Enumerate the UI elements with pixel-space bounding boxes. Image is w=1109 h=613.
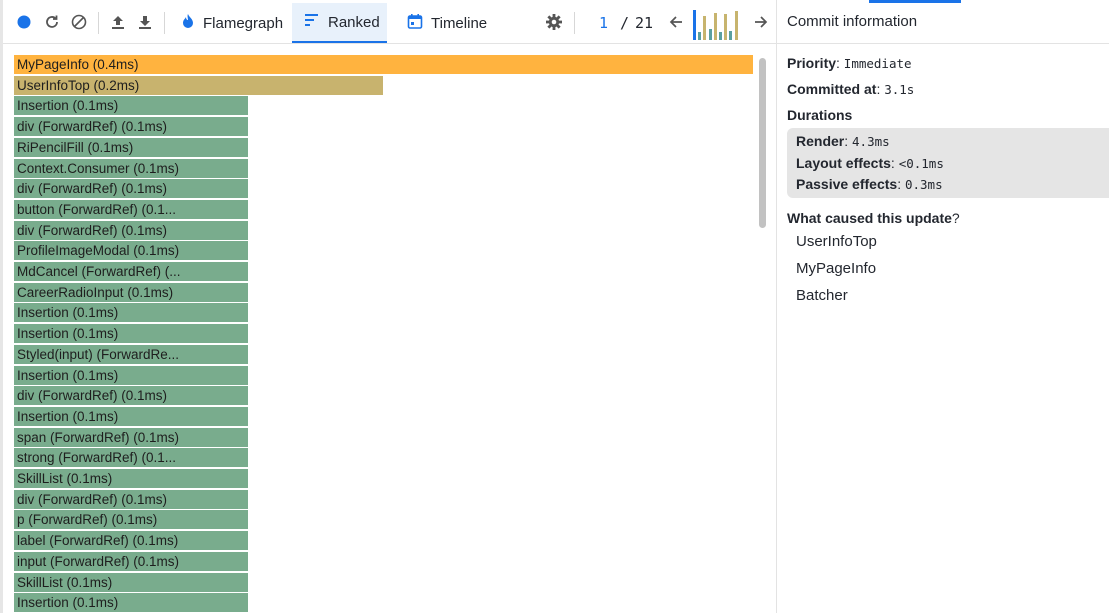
ranked-bar[interactable]: ProfileImageModal (0.1ms) [14,241,249,261]
commit-bar[interactable] [693,10,696,40]
toolbar-separator [164,12,165,34]
ranked-bar[interactable]: div (ForwardRef) (0.1ms) [14,117,249,137]
ranked-bar[interactable]: div (ForwardRef) (0.1ms) [14,220,249,240]
commit-bar[interactable] [703,16,707,40]
download-icon[interactable] [135,0,155,44]
ranked-bar[interactable]: MdCancel (ForwardRef) (... [14,262,249,281]
ranked-bar[interactable]: Insertion (0.1ms) [14,593,249,613]
header-accent [869,0,961,3]
clear-icon[interactable] [69,0,89,44]
committed-value: 3.1s [884,82,915,97]
commit-bar[interactable] [719,32,722,40]
tab-timeline[interactable]: Timeline [395,3,499,43]
update-cause-item[interactable]: Batcher [777,282,1109,309]
commit-info-panel: Commit information Priority: Immediate C… [776,0,1109,613]
commit-info-title: Commit information [787,13,918,30]
ranked-bar[interactable]: SkillList (0.1ms) [14,572,249,592]
ranked-bar[interactable]: strong (ForwardRef) (0.1... [14,448,249,468]
commit-bar[interactable] [729,31,733,40]
ranked-icon [304,13,320,31]
commit-bar[interactable] [708,29,712,40]
ranked-bar[interactable]: button (ForwardRef) (0.1... [14,199,249,219]
tab-label: Flamegraph [203,14,284,32]
render-duration-row: Render: 4.3ms [796,133,890,149]
update-cause-heading: What caused this update? [777,209,1109,227]
priority-label: Priority [787,55,837,71]
ranked-bar[interactable]: MyPageInfo (0.4ms) [14,55,754,74]
ranked-bar[interactable]: Context.Consumer (0.1ms) [14,158,249,178]
ranked-bar[interactable]: Insertion (0.1ms) [14,324,249,344]
reload-icon[interactable] [42,0,62,44]
ranked-bar[interactable]: CareerRadioInput (0.1ms) [14,282,249,302]
passive-effects-row: Passive effects: 0.3ms [796,176,943,192]
ranked-bar[interactable]: Insertion (0.1ms) [14,365,249,385]
update-cause-list: UserInfoTop MyPageInfo Batcher [777,228,1109,309]
commit-current: 1 [599,14,609,32]
ranked-bar[interactable]: p (ForwardRef) (0.1ms) [14,510,249,530]
passive-effects-label: Passive effects [796,176,898,192]
ranked-bar[interactable]: span (ForwardRef) (0.1ms) [14,427,249,447]
priority-row: Priority: Immediate [787,55,912,71]
tab-flamegraph[interactable]: Flamegraph [169,3,295,43]
ranked-bar[interactable]: SkillList (0.1ms) [14,469,249,488]
prev-arrow-icon[interactable] [666,0,686,44]
profiler-toolbar: Flamegraph Ranked Timeline 1 / 21 [3,0,776,44]
calendar-icon [407,13,423,33]
commit-bar[interactable] [724,14,728,40]
upload-icon[interactable] [108,0,128,44]
commit-info-header: Commit information [777,0,1109,44]
settings-icon[interactable] [544,0,564,44]
commit-bar[interactable] [698,32,702,40]
commit-separator: / [620,14,630,32]
scrollbar-thumb[interactable] [759,58,766,228]
ranked-bar[interactable]: div (ForwardRef) (0.1ms) [14,489,249,509]
ranked-bar[interactable]: input (ForwardRef) (0.1ms) [14,551,249,571]
layout-effects-row: Layout effects: <0.1ms [796,154,944,171]
ranked-bar[interactable]: label (ForwardRef) (0.1ms) [14,531,249,551]
layout-effects-value: <0.1ms [898,155,944,171]
committed-label: Committed at [787,81,877,97]
toolbar-separator [574,12,575,34]
commit-selector-chart[interactable] [693,10,741,40]
ranked-bar[interactable]: Insertion (0.1ms) [14,96,249,116]
durations-box: Render: 4.3ms Layout effects: <0.1ms Pas… [787,128,1109,198]
commit-bar[interactable] [713,13,717,40]
committed-row: Committed at: 3.1s [787,81,915,97]
render-value: 4.3ms [852,134,890,149]
update-cause-qmark: ? [951,209,960,226]
passive-effects-value: 0.3ms [904,177,943,192]
durations-label: Durations [787,107,853,123]
ranked-bar[interactable]: Styled(input) (ForwardRe... [14,344,249,364]
tab-ranked[interactable]: Ranked [292,3,387,43]
toolbar-separator [98,12,99,34]
render-label: Render [796,133,845,149]
ranked-bar[interactable]: Insertion (0.1ms) [14,406,249,426]
update-cause-label: What caused this update [787,209,952,226]
priority-value: Immediate [843,56,912,71]
tab-label: Timeline [431,14,488,32]
ranked-bar[interactable]: RiPencilFill (0.1ms) [14,137,249,157]
ranked-bar[interactable]: div (ForwardRef) (0.1ms) [14,179,249,199]
profiler-main-panel: Flamegraph Ranked Timeline 1 / 21 MyPage… [0,0,776,613]
record-icon[interactable] [15,0,33,44]
layout-effects-label: Layout effects [796,154,891,171]
commit-bar[interactable] [734,11,738,40]
ranked-bar[interactable]: Insertion (0.1ms) [14,303,249,323]
ranked-chart: MyPageInfo (0.4ms) UserInfoTop (0.2ms) Ins… [14,55,756,613]
next-arrow-icon[interactable] [751,0,771,44]
durations-heading: Durations [777,106,1109,124]
ranked-bar[interactable]: div (ForwardRef) (0.1ms) [14,386,249,406]
ranked-bar[interactable]: UserInfoTop (0.2ms) [14,75,384,95]
tab-label: Ranked [328,13,380,31]
update-cause-item[interactable]: MyPageInfo [777,255,1109,282]
update-cause-item[interactable]: UserInfoTop [777,228,1109,255]
flame-icon [181,13,195,33]
commit-total: 21 [635,14,654,32]
